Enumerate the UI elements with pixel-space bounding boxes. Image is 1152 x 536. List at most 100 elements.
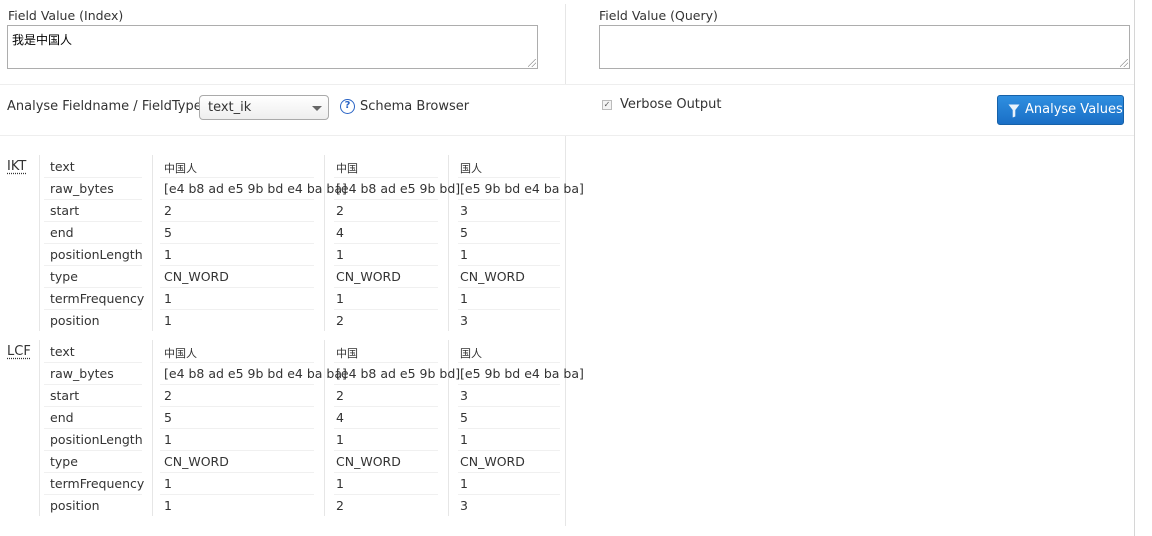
row-label: positionLength (50, 432, 143, 447)
token-text-cell: 中国 (336, 162, 358, 175)
row-divider (160, 287, 314, 288)
verbose-checkbox[interactable]: ✓ (602, 100, 612, 110)
row-label: type (50, 269, 78, 284)
row-divider (44, 287, 142, 288)
row-divider (458, 406, 560, 407)
token-position-cell: 2 (336, 498, 344, 513)
row-divider (334, 265, 438, 266)
row-divider (44, 265, 142, 266)
token-type-cell: CN_WORD (164, 269, 229, 284)
row-divider (44, 384, 142, 385)
row-divider (44, 177, 142, 178)
row-divider (160, 450, 314, 451)
index-field-value: 我是中国人 (12, 33, 73, 47)
row-divider (458, 177, 560, 178)
token-raw_bytes-cell: [e4 b8 ad e5 9b bd e4 ba ba] (164, 366, 347, 381)
token-end-cell: 4 (336, 410, 344, 425)
token-positionLength-cell: 1 (460, 247, 468, 262)
token-start-cell: 2 (336, 203, 344, 218)
row-divider (458, 221, 560, 222)
funnel-icon (1008, 104, 1020, 118)
row-label: termFrequency (50, 476, 145, 491)
token-end-cell: 4 (336, 225, 344, 240)
token-raw_bytes-cell: [e4 b8 ad e5 9b bd] (336, 181, 461, 196)
row-label: start (50, 388, 80, 403)
token-text-cell: 中国人 (164, 162, 197, 175)
row-label: termFrequency (50, 291, 145, 306)
row-divider (334, 406, 438, 407)
fieldtype-selected: text_ik (208, 100, 252, 115)
row-divider (160, 177, 314, 178)
row-divider (44, 309, 142, 310)
token-raw_bytes-cell: [e5 9b bd e4 ba ba] (460, 181, 584, 196)
chevron-down-icon (312, 106, 322, 111)
token-text-cell: 国人 (460, 162, 482, 175)
row-divider (44, 199, 142, 200)
page-right-border (1134, 0, 1135, 536)
row-divider (160, 362, 314, 363)
analyse-values-button[interactable]: Analyse Values (997, 95, 1124, 125)
token-position-cell: 3 (460, 498, 468, 513)
row-divider (458, 199, 560, 200)
row-divider (334, 309, 438, 310)
analyzer-stage-label[interactable]: LCF (7, 344, 31, 359)
row-divider (334, 472, 438, 473)
schema-browser-link[interactable]: Schema Browser (360, 99, 469, 114)
column-separator (152, 340, 153, 516)
token-positionLength-cell: 1 (164, 432, 172, 447)
row-divider (160, 199, 314, 200)
row-divider (160, 428, 314, 429)
index-field-input[interactable]: 我是中国人 (7, 25, 538, 69)
token-position-cell: 1 (164, 313, 172, 328)
query-field-input[interactable] (599, 25, 1130, 69)
token-start-cell: 3 (460, 203, 468, 218)
token-termFrequency-cell: 1 (460, 476, 468, 491)
row-label: raw_bytes (50, 366, 114, 381)
token-positionLength-cell: 1 (164, 247, 172, 262)
token-positionLength-cell: 1 (460, 432, 468, 447)
token-end-cell: 5 (164, 225, 172, 240)
row-label: text (50, 159, 75, 174)
row-label: start (50, 203, 80, 218)
token-termFrequency-cell: 1 (460, 291, 468, 306)
help-circle-icon[interactable]: ? (340, 99, 355, 114)
row-divider (44, 428, 142, 429)
token-end-cell: 5 (460, 225, 468, 240)
resize-handle-icon[interactable] (528, 59, 536, 67)
column-separator (39, 340, 40, 516)
row-divider (44, 362, 142, 363)
fieldtype-select[interactable]: text_ik (199, 95, 329, 120)
token-position-cell: 1 (164, 498, 172, 513)
token-type-cell: CN_WORD (164, 454, 229, 469)
row-divider (160, 494, 314, 495)
fieldname-label: Analyse Fieldname / FieldType: (7, 99, 207, 114)
row-divider (334, 450, 438, 451)
row-divider (334, 384, 438, 385)
row-divider (334, 243, 438, 244)
resize-handle-icon[interactable] (1120, 59, 1128, 67)
row-divider (160, 221, 314, 222)
token-type-cell: CN_WORD (336, 269, 401, 284)
token-termFrequency-cell: 1 (164, 476, 172, 491)
analyzer-stage-label[interactable]: IKT (7, 159, 26, 174)
row-label: raw_bytes (50, 181, 114, 196)
row-divider (160, 472, 314, 473)
token-positionLength-cell: 1 (336, 432, 344, 447)
row-divider (334, 221, 438, 222)
row-divider (44, 221, 142, 222)
verbose-label: Verbose Output (620, 97, 722, 112)
token-termFrequency-cell: 1 (164, 291, 172, 306)
token-position-cell: 3 (460, 313, 468, 328)
token-start-cell: 3 (460, 388, 468, 403)
row-divider (458, 384, 560, 385)
row-divider (458, 494, 560, 495)
token-text-cell: 中国 (336, 347, 358, 360)
row-divider (458, 472, 560, 473)
row-divider (334, 494, 438, 495)
token-raw_bytes-cell: [e5 9b bd e4 ba ba] (460, 366, 584, 381)
token-end-cell: 5 (164, 410, 172, 425)
row-divider (458, 265, 560, 266)
divider (0, 84, 1134, 85)
row-divider (44, 494, 142, 495)
token-start-cell: 2 (164, 203, 172, 218)
